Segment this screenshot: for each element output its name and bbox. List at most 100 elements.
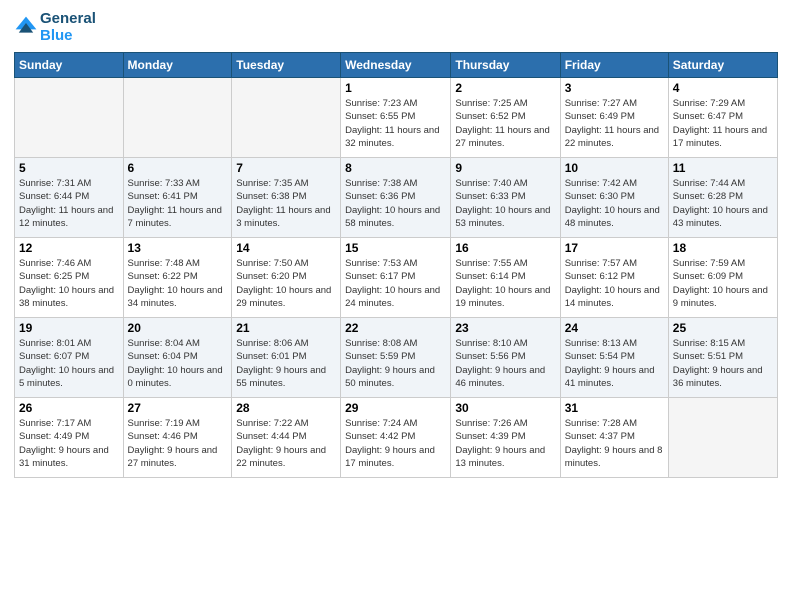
day-number: 20 [128,321,228,335]
weekday-header-row: SundayMondayTuesdayWednesdayThursdayFrid… [15,53,778,78]
day-info: Sunrise: 7:53 AMSunset: 6:17 PMDaylight:… [345,257,446,310]
day-number: 30 [455,401,555,415]
day-number: 29 [345,401,446,415]
calendar-cell: 19 Sunrise: 8:01 AMSunset: 6:07 PMDayligh… [15,318,124,398]
day-number: 11 [673,161,773,175]
logo-icon [14,15,38,39]
calendar-cell: 1Sunrise: 7:23 AMSunset: 6:55 PMDaylight… [341,78,451,158]
day-info: Sunrise: 7:44 AMSunset: 6:28 PMDaylight:… [673,177,773,230]
day-info: Sunrise: 7:57 AMSunset: 6:12 PMDaylight:… [565,257,664,310]
day-number: 27 [128,401,228,415]
calendar-cell [123,78,232,158]
calendar-cell [668,398,777,478]
day-info: Sunrise: 8:10 AMSunset: 5:56 PMDaylight:… [455,337,555,390]
day-number: 18 [673,241,773,255]
day-info: Sunrise: 7:22 AMSunset: 4:44 PMDaylight:… [236,417,336,470]
day-number: 13 [128,241,228,255]
calendar-cell: 2 Sunrise: 7:25 AMSunset: 6:52 PMDaylight… [451,78,560,158]
calendar-cell: 30 Sunrise: 7:26 AMSunset: 4:39 PMDayligh… [451,398,560,478]
weekday-header-friday: Friday [560,53,668,78]
calendar-cell: 20 Sunrise: 8:04 AMSunset: 6:04 PMDayligh… [123,318,232,398]
day-info: Sunrise: 7:27 AMSunset: 6:49 PMDaylight:… [565,97,664,150]
calendar-cell: 5 Sunrise: 7:31 AMSunset: 6:44 PMDaylight… [15,158,124,238]
day-info: Sunrise: 7:24 AMSunset: 4:42 PMDaylight:… [345,417,446,470]
weekday-header-sunday: Sunday [15,53,124,78]
calendar-cell: 27 Sunrise: 7:19 AMSunset: 4:46 PMDayligh… [123,398,232,478]
calendar-cell: 15Sunrise: 7:53 AMSunset: 6:17 PMDayligh… [341,238,451,318]
calendar-cell: 16 Sunrise: 7:55 AMSunset: 6:14 PMDayligh… [451,238,560,318]
day-info: Sunrise: 7:46 AMSunset: 6:25 PMDaylight:… [19,257,119,310]
calendar-cell: 23 Sunrise: 8:10 AMSunset: 5:56 PMDayligh… [451,318,560,398]
calendar-cell: 24Sunrise: 8:13 AMSunset: 5:54 PMDayligh… [560,318,668,398]
calendar-cell: 8 Sunrise: 7:38 AMSunset: 6:36 PMDaylight… [341,158,451,238]
day-info: Sunrise: 7:23 AMSunset: 6:55 PMDaylight:… [345,97,446,150]
day-info: Sunrise: 7:31 AMSunset: 6:44 PMDaylight:… [19,177,119,230]
weekday-header-saturday: Saturday [668,53,777,78]
day-number: 26 [19,401,119,415]
weekday-header-monday: Monday [123,53,232,78]
calendar-cell: 28 Sunrise: 7:22 AMSunset: 4:44 PMDayligh… [232,398,341,478]
calendar-cell: 3 Sunrise: 7:27 AMSunset: 6:49 PMDaylight… [560,78,668,158]
calendar-page: General Blue SundayMondayTuesdayWednesda… [0,0,792,612]
day-info: Sunrise: 7:26 AMSunset: 4:39 PMDaylight:… [455,417,555,470]
day-info: Sunrise: 7:17 AMSunset: 4:49 PMDaylight:… [19,417,119,470]
calendar-cell: 29 Sunrise: 7:24 AMSunset: 4:42 PMDayligh… [341,398,451,478]
calendar-week-row: 19 Sunrise: 8:01 AMSunset: 6:07 PMDayligh… [15,318,778,398]
day-info: Sunrise: 7:50 AMSunset: 6:20 PMDaylight:… [236,257,336,310]
day-number: 12 [19,241,119,255]
day-info: Sunrise: 7:38 AMSunset: 6:36 PMDaylight:… [345,177,446,230]
day-number: 5 [19,161,119,175]
day-info: Sunrise: 7:59 AMSunset: 6:09 PMDaylight:… [673,257,773,310]
day-number: 7 [236,161,336,175]
day-info: Sunrise: 7:28 AMSunset: 4:37 PMDaylight:… [565,417,664,470]
logo: General Blue [14,10,96,44]
calendar-cell: 17 Sunrise: 7:57 AMSunset: 6:12 PMDayligh… [560,238,668,318]
day-info: Sunrise: 8:08 AMSunset: 5:59 PMDaylight:… [345,337,446,390]
day-info: Sunrise: 7:25 AMSunset: 6:52 PMDaylight:… [455,97,555,150]
day-number: 16 [455,241,555,255]
day-info: Sunrise: 7:40 AMSunset: 6:33 PMDaylight:… [455,177,555,230]
day-info: Sunrise: 8:04 AMSunset: 6:04 PMDaylight:… [128,337,228,390]
day-info: Sunrise: 7:33 AMSunset: 6:41 PMDaylight:… [128,177,228,230]
day-info: Sunrise: 8:01 AMSunset: 6:07 PMDaylight:… [19,337,119,390]
day-info: Sunrise: 7:55 AMSunset: 6:14 PMDaylight:… [455,257,555,310]
day-number: 9 [455,161,555,175]
logo-text: General Blue [40,10,96,44]
day-number: 17 [565,241,664,255]
day-info: Sunrise: 8:15 AMSunset: 5:51 PMDaylight:… [673,337,773,390]
calendar-week-row: 1Sunrise: 7:23 AMSunset: 6:55 PMDaylight… [15,78,778,158]
weekday-header-thursday: Thursday [451,53,560,78]
day-info: Sunrise: 7:42 AMSunset: 6:30 PMDaylight:… [565,177,664,230]
day-number: 22 [345,321,446,335]
day-info: Sunrise: 8:13 AMSunset: 5:54 PMDaylight:… [565,337,664,390]
day-info: Sunrise: 7:29 AMSunset: 6:47 PMDaylight:… [673,97,773,150]
calendar-cell: 18 Sunrise: 7:59 AMSunset: 6:09 PMDayligh… [668,238,777,318]
calendar-cell: 11 Sunrise: 7:44 AMSunset: 6:28 PMDayligh… [668,158,777,238]
day-number: 21 [236,321,336,335]
header: General Blue [14,10,778,44]
day-info: Sunrise: 7:48 AMSunset: 6:22 PMDaylight:… [128,257,228,310]
day-number: 10 [565,161,664,175]
calendar-cell [15,78,124,158]
day-number: 25 [673,321,773,335]
calendar-cell: 7Sunrise: 7:35 AMSunset: 6:38 PMDaylight… [232,158,341,238]
day-number: 3 [565,81,664,95]
day-number: 28 [236,401,336,415]
calendar-cell: 14Sunrise: 7:50 AMSunset: 6:20 PMDayligh… [232,238,341,318]
weekday-header-tuesday: Tuesday [232,53,341,78]
calendar-cell: 4 Sunrise: 7:29 AMSunset: 6:47 PMDaylight… [668,78,777,158]
calendar-week-row: 12 Sunrise: 7:46 AMSunset: 6:25 PMDayligh… [15,238,778,318]
day-info: Sunrise: 8:06 AMSunset: 6:01 PMDaylight:… [236,337,336,390]
day-number: 2 [455,81,555,95]
calendar-cell: 9 Sunrise: 7:40 AMSunset: 6:33 PMDaylight… [451,158,560,238]
day-number: 4 [673,81,773,95]
calendar-cell: 26 Sunrise: 7:17 AMSunset: 4:49 PMDayligh… [15,398,124,478]
calendar-cell [232,78,341,158]
day-number: 23 [455,321,555,335]
day-number: 31 [565,401,664,415]
day-info: Sunrise: 7:19 AMSunset: 4:46 PMDaylight:… [128,417,228,470]
calendar-cell: 31 Sunrise: 7:28 AMSunset: 4:37 PMDayligh… [560,398,668,478]
day-number: 8 [345,161,446,175]
calendar-cell: 12 Sunrise: 7:46 AMSunset: 6:25 PMDayligh… [15,238,124,318]
day-number: 19 [19,321,119,335]
